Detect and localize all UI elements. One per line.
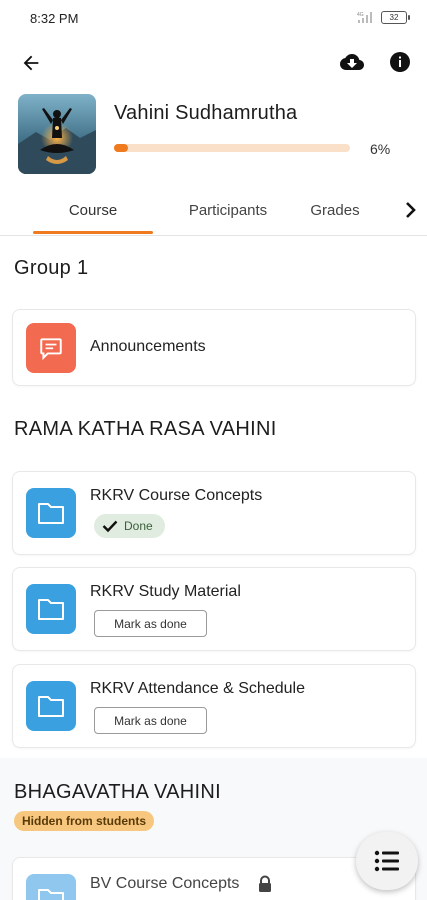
section-title-bv: BHAGAVATHA VAHINI [14,781,221,803]
lock-icon [257,875,273,898]
course-progress-bar [114,144,350,152]
activity-label: RKRV Study Material [90,583,241,600]
forum-icon [26,323,76,373]
battery-icon: 32 [381,10,410,24]
course-tabs: Course Participants Grades [0,186,427,236]
activity-card-rkrv-study-material[interactable]: RKRV Study Material Mark as done [12,567,416,651]
activity-label: BV Course Concepts [90,875,240,892]
info-icon [390,52,410,72]
svg-text:4G: 4G [357,12,364,18]
tab-participants[interactable]: Participants [160,186,296,234]
activity-label: RKRV Attendance & Schedule [90,680,305,697]
activity-card-rkrv-course-concepts[interactable]: RKRV Course Concepts Done [12,471,416,555]
course-thumbnail [18,94,96,174]
back-button[interactable] [16,48,46,78]
section-title-group1: Group 1 [14,257,89,279]
activity-card-rkrv-attendance-schedule[interactable]: RKRV Attendance & Schedule Mark as done [12,664,416,748]
arrow-left-icon [23,55,39,71]
folder-icon [26,584,76,634]
activity-label: RKRV Course Concepts [90,487,263,504]
completion-done-badge[interactable]: Done [94,514,165,538]
cloud-download-icon [340,54,364,70]
status-bar: 8:32 PM 4G 32 [0,0,427,38]
active-tab-indicator [33,231,153,234]
tab-course[interactable]: Course [33,186,153,234]
activity-label: Announcements [90,338,206,355]
folder-icon [26,681,76,731]
course-title: Vahini Sudhamrutha [114,102,298,124]
completion-done-label: Done [124,519,153,533]
list-icon [374,850,399,872]
mark-as-done-button[interactable]: Mark as done [94,610,207,637]
course-index-fab[interactable] [356,832,418,890]
course-progress-text: 6% [370,141,391,157]
section-title-rkrv: RAMA KATHA RASA VAHINI [14,418,277,440]
course-content[interactable]: Group 1 Announcements RAMA KATHA RASA VA… [0,237,427,900]
tab-grades[interactable]: Grades [300,186,370,234]
chevron-right-icon [406,202,416,218]
app-bar [0,42,427,82]
signal-icon: 4G [357,10,375,24]
check-icon [102,520,118,533]
course-progress-fill [114,144,129,152]
status-icons: 4G 32 [357,10,410,24]
hidden-from-students-badge: Hidden from students [14,811,155,831]
tabs-next-button[interactable] [398,196,422,224]
course-info-button[interactable] [386,48,414,76]
mark-as-done-button[interactable]: Mark as done [94,707,207,734]
folder-icon [26,874,76,900]
battery-level: 32 [389,12,399,22]
folder-icon [26,488,76,538]
activity-card-announcements[interactable]: Announcements [12,309,416,386]
status-time: 8:32 PM [30,11,79,26]
course-header: Vahini Sudhamrutha 6% [0,94,427,176]
download-course-button[interactable] [338,48,366,76]
